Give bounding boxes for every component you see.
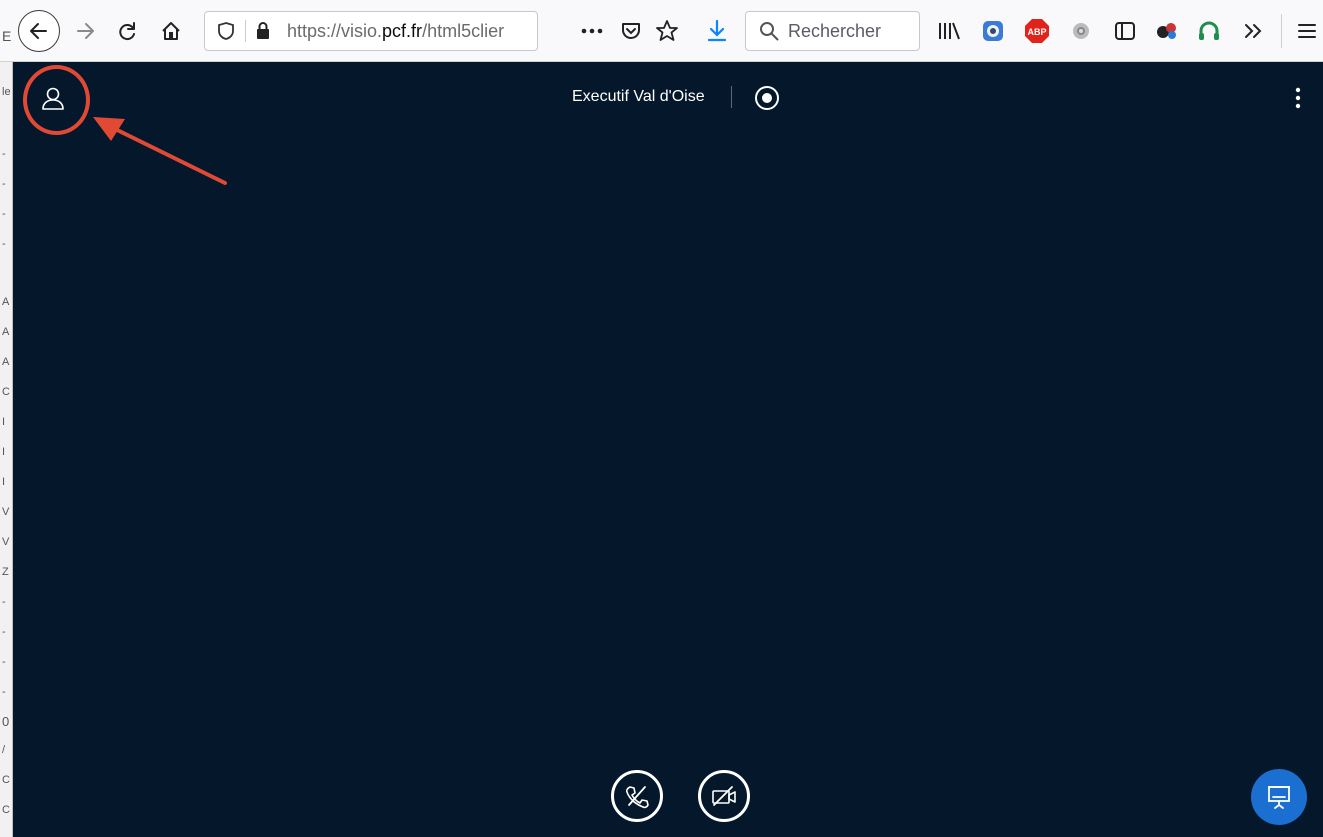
search-placeholder: Rechercher bbox=[788, 21, 882, 41]
kebab-menu-icon bbox=[1295, 87, 1301, 109]
shield-icon bbox=[218, 22, 234, 40]
app-menu-button[interactable] bbox=[1294, 18, 1320, 44]
sidebar-toggle-button[interactable] bbox=[1112, 18, 1138, 44]
strip-char: C bbox=[2, 804, 10, 816]
meeting-title: Executif Val d'Oise bbox=[572, 88, 705, 105]
options-menu-button[interactable] bbox=[1288, 86, 1308, 110]
strip-char: - bbox=[2, 178, 6, 190]
phone-off-icon bbox=[625, 786, 649, 809]
toolbar-divider bbox=[1281, 14, 1282, 48]
strip-char: C bbox=[2, 386, 10, 398]
restore-presentation-button[interactable] bbox=[1251, 769, 1307, 825]
strip-char: Z bbox=[2, 566, 9, 578]
annotation-circle bbox=[23, 65, 90, 135]
star-icon bbox=[656, 20, 678, 41]
double-chevron-right-icon bbox=[1245, 24, 1262, 38]
reload-icon bbox=[119, 22, 135, 41]
strip-char: - bbox=[2, 596, 6, 608]
extension-headphones-button[interactable] bbox=[1196, 18, 1222, 44]
url-host: pcf.fr bbox=[382, 21, 423, 41]
record-icon[interactable] bbox=[755, 86, 779, 110]
search-bar[interactable]: Rechercher bbox=[745, 11, 920, 51]
strip-char: - bbox=[2, 208, 6, 220]
home-icon bbox=[162, 22, 180, 40]
screenshot-extension-icon bbox=[983, 21, 1003, 41]
adblock-icon: ABP bbox=[1025, 19, 1049, 43]
arrow-left-icon bbox=[30, 23, 47, 39]
home-button[interactable] bbox=[158, 18, 184, 44]
video-off-button[interactable] bbox=[698, 770, 750, 822]
strip-char: - bbox=[2, 148, 6, 160]
url-bar[interactable]: https://visio.pcf.fr/html5clier bbox=[204, 11, 538, 51]
url-prefix: https://visio. bbox=[287, 21, 383, 41]
strip-char: - bbox=[2, 626, 6, 638]
sidebar-icon bbox=[1115, 22, 1135, 40]
extension-colors-button[interactable] bbox=[1154, 18, 1180, 44]
extension-screenshot-button[interactable] bbox=[980, 18, 1006, 44]
background-window-strip: E le - - - - A A A C I I I V V Z - - - -… bbox=[0, 28, 13, 837]
pocket-icon bbox=[622, 23, 640, 39]
strip-char: I bbox=[2, 416, 6, 428]
strip-char: E bbox=[2, 28, 12, 44]
lock-icon bbox=[257, 22, 269, 39]
strip-char: A bbox=[2, 356, 10, 368]
strip-char: le bbox=[2, 86, 11, 98]
bookmark-star-button[interactable] bbox=[654, 18, 680, 44]
strip-char: A bbox=[2, 296, 10, 308]
strip-char: A bbox=[2, 326, 10, 338]
gear-icon bbox=[1073, 23, 1089, 39]
adblock-button[interactable]: ABP bbox=[1024, 18, 1050, 44]
leave-audio-button[interactable] bbox=[611, 770, 663, 822]
strip-char: - bbox=[2, 686, 6, 698]
reload-button[interactable] bbox=[114, 18, 140, 44]
title-separator bbox=[731, 86, 732, 108]
strip-char: 0 bbox=[2, 714, 10, 729]
search-icon bbox=[760, 22, 779, 41]
arrow-right-icon bbox=[77, 23, 94, 39]
back-button[interactable] bbox=[18, 10, 60, 52]
url-text: https://visio.pcf.fr/html5clier bbox=[287, 21, 537, 42]
strip-char: V bbox=[2, 506, 10, 518]
annotation-arrow bbox=[93, 117, 227, 185]
browser-toolbar: https://visio.pcf.fr/html5clier Recherch… bbox=[0, 0, 1323, 62]
page-actions-button[interactable] bbox=[580, 20, 604, 42]
svg-text:ABP: ABP bbox=[1027, 27, 1046, 37]
hamburger-icon bbox=[1298, 24, 1316, 38]
strip-char: / bbox=[2, 744, 6, 756]
strip-char: C bbox=[2, 774, 10, 786]
downloads-button[interactable] bbox=[704, 18, 730, 44]
ellipsis-icon bbox=[581, 28, 603, 34]
library-button[interactable] bbox=[936, 19, 962, 43]
headphones-icon bbox=[1199, 21, 1219, 40]
extension-gear-button[interactable] bbox=[1068, 18, 1094, 44]
strip-char: - bbox=[2, 238, 6, 250]
strip-char: - bbox=[2, 656, 6, 668]
strip-char: I bbox=[2, 476, 6, 488]
camera-off-icon bbox=[712, 786, 736, 806]
strip-char: V bbox=[2, 536, 10, 548]
presentation-icon bbox=[1268, 786, 1290, 809]
url-path: /html5clier bbox=[422, 21, 505, 41]
library-icon bbox=[939, 22, 960, 40]
forward-button[interactable] bbox=[72, 18, 98, 44]
pocket-button[interactable] bbox=[618, 18, 644, 44]
overflow-menu-button[interactable] bbox=[1240, 18, 1266, 44]
url-separator bbox=[245, 20, 246, 42]
strip-char: I bbox=[2, 446, 6, 458]
download-arrow-icon bbox=[707, 19, 727, 42]
color-balls-icon bbox=[1157, 23, 1176, 39]
